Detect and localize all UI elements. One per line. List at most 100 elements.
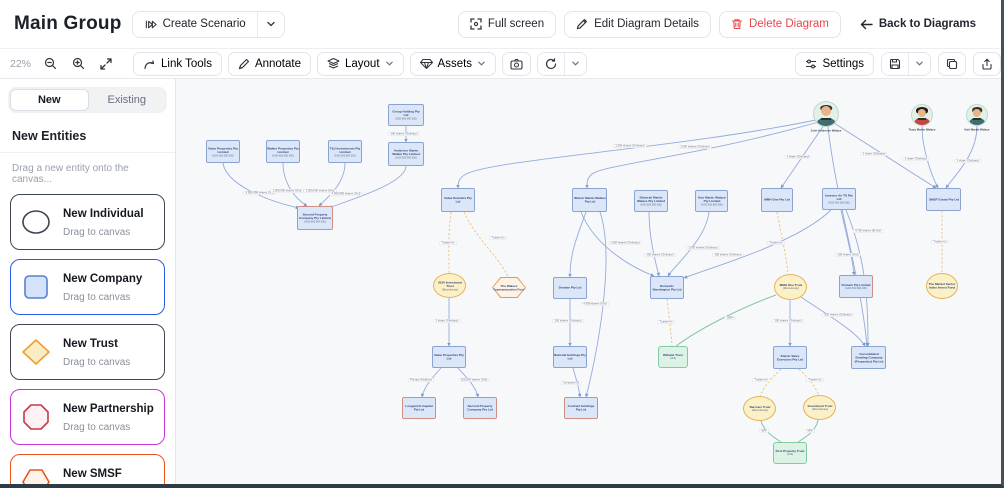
canvas-node-c3[interactable]: T&J Investments Pty Limited (ACN 600 000 … bbox=[328, 140, 362, 163]
edge-label: 50% bbox=[805, 429, 815, 433]
fullscreen-icon bbox=[470, 18, 482, 30]
palette-new-partnership[interactable]: New Partnership Drag to canvas bbox=[10, 389, 165, 445]
refresh-button[interactable] bbox=[538, 52, 565, 75]
canvas-node-smsfe[interactable]: SMSF Estate Pty Ltd bbox=[926, 188, 961, 211]
edge-label: 100 shares (Ordinary) bbox=[772, 319, 804, 323]
edge-label: 100 shares (Ordinary) bbox=[712, 253, 744, 257]
annotate-button[interactable]: Annotate bbox=[227, 51, 311, 76]
edge-label: 1 share (Ordinary) bbox=[954, 159, 982, 163]
delete-diagram-button[interactable]: Delete Diagram bbox=[718, 10, 841, 38]
canvas-person-av2[interactable] bbox=[911, 104, 933, 126]
palette-new-company[interactable]: New Company Drag to canvas bbox=[10, 259, 165, 315]
sidebar-heading: New Entities bbox=[0, 119, 175, 153]
layout-menu-button[interactable]: Layout bbox=[317, 51, 404, 76]
share-button[interactable] bbox=[973, 51, 1001, 76]
edge-label: 4,750 shares (B Ord) bbox=[852, 229, 884, 233]
canvas-node-investt[interactable]: Investment Trust (Discretionary) bbox=[803, 395, 836, 420]
canvas-node-fprop[interactable]: First Property Trust (Unit) bbox=[773, 442, 807, 464]
settings-button[interactable]: Settings bbox=[795, 51, 874, 76]
canvas-node-label: Domain Pty Ltd bbox=[558, 286, 582, 290]
edge-label: Trustee for bbox=[439, 241, 457, 245]
page-title: Main Group bbox=[14, 13, 122, 34]
edge-label: Company (A) bbox=[560, 381, 582, 385]
canvas-node-contr[interactable]: Contract Holdings Pty Ltd bbox=[564, 397, 598, 419]
back-to-diagrams-link[interactable]: Back to Diagrams bbox=[849, 11, 987, 38]
snapshot-button[interactable] bbox=[502, 51, 532, 76]
canvas-node-dwash[interactable]: Domestic Washington Pty Ltd bbox=[650, 276, 684, 299]
canvas-person-av3[interactable] bbox=[966, 104, 988, 126]
create-scenario-icon bbox=[145, 20, 157, 28]
save-caret[interactable] bbox=[908, 52, 930, 75]
tab-existing[interactable]: Existing bbox=[89, 89, 166, 111]
canvas-node-label: Group Holding Pty Ltd (ACN 600 000 000) bbox=[392, 109, 420, 121]
canvas-node-trust1[interactable]: 2020 Investment Trust (Discretionary) bbox=[433, 273, 466, 298]
zoom-in-button[interactable] bbox=[67, 53, 89, 75]
expand-arrows-icon bbox=[100, 57, 112, 70]
canvas-node-starter[interactable]: Starter Sales Exercises Pty Ltd bbox=[773, 346, 807, 369]
canvas-node-n10[interactable]: Ken Martin Walace Pty Limited (ACN 600 00… bbox=[695, 190, 728, 212]
canvas-node-dpty[interactable]: Domain Pty Ltd bbox=[553, 277, 587, 299]
canvas-node-consol[interactable]: Consolidated Bowling Company (Properties… bbox=[851, 346, 886, 369]
edge-label: Trustee for bbox=[489, 236, 507, 240]
refresh-split-button bbox=[537, 51, 588, 76]
canvas-node-n12[interactable]: Investor Air TS Pty Ltd (ACN 600 000 000) bbox=[822, 188, 856, 210]
edge-label: 1 share (Ordinary) bbox=[433, 319, 461, 323]
canvas-node-c4[interactable]: Anderson Martin Walker Pty Limited (ACN 6… bbox=[388, 142, 424, 166]
canvas-person-av1[interactable] bbox=[813, 101, 839, 127]
canvas-node-center[interactable]: Second Property Company Pty Limited (ACN … bbox=[297, 206, 333, 230]
sidebar-tabs: New Existing bbox=[8, 87, 167, 113]
canvas-node-mmht[interactable]: MMH One Trust (Discretionary) bbox=[774, 274, 807, 300]
create-scenario-caret[interactable] bbox=[256, 11, 284, 37]
diagram-canvas[interactable]: Group Holding Pty Ltd (ACN 600 000 000) Va… bbox=[176, 79, 1001, 484]
canvas-node-sprop[interactable]: Second Property Company Pty Ltd bbox=[463, 397, 497, 419]
canvas-node-dred[interactable]: Domain Pty Limited (ACN 600 000 000) bbox=[839, 275, 873, 298]
canvas-node-mfund[interactable]: The Market Sector Index Invest Fund bbox=[926, 273, 958, 299]
edge-label: 4,999,999 shares (Ord) bbox=[329, 192, 363, 196]
canvas-node-label: Longworth Capital Pty Ltd bbox=[405, 404, 433, 412]
edge-label: 100 shares (Ord) bbox=[835, 253, 861, 257]
palette-new-trust[interactable]: New Trust Drag to canvas bbox=[10, 324, 165, 380]
copy-icon bbox=[946, 58, 958, 69]
canvas-node-vprops2[interactable]: Value Properties Pty Ltd bbox=[432, 346, 466, 368]
assets-menu-button[interactable]: Assets bbox=[409, 51, 497, 76]
canvas-node-n8[interactable]: Wilson Martin Walace Pty Ltd bbox=[572, 188, 607, 212]
pen-icon bbox=[238, 58, 250, 69]
sidebar-hint: Drag a new entity onto the canvas... bbox=[12, 163, 129, 185]
edge-label: 100,000 shares (Ord) bbox=[458, 378, 490, 382]
edit-diagram-details-button[interactable]: Edit Diagram Details bbox=[564, 10, 711, 38]
canvas-node-c2[interactable]: Walker Properties Pty Limited (ACN 600 00… bbox=[266, 140, 300, 163]
canvas-node-vdom[interactable]: Value Domains Pty Ltd bbox=[441, 188, 475, 212]
edge-label: 100 shares (Ordinary) bbox=[644, 253, 676, 257]
canvas-node-label: Investor Air TS Pty Ltd (ACN 600 000 000) bbox=[825, 193, 853, 205]
arrow-left-icon bbox=[860, 19, 873, 29]
full-screen-button[interactable]: Full screen bbox=[457, 10, 557, 38]
refresh-caret[interactable] bbox=[564, 52, 587, 75]
edge-label: 50% bbox=[759, 429, 769, 433]
canvas-node-label: SMSF Estate Pty Ltd bbox=[928, 197, 959, 202]
canvas-node-c1[interactable]: Value Properties Pty Limited (ACN 600 000… bbox=[206, 140, 240, 163]
canvas-node-barrow[interactable]: Barrows Trust (Discretionary) bbox=[743, 396, 776, 421]
link-tools-button[interactable]: Link Tools bbox=[133, 51, 222, 76]
person-name-tag bbox=[972, 118, 982, 121]
canvas-node-label: Second Property Company Pty Limited (ACN … bbox=[299, 212, 331, 224]
link-curve-icon bbox=[144, 59, 155, 69]
canvas-node-green1[interactable]: Bill/ami Trust (Unit) bbox=[658, 346, 688, 368]
tab-new[interactable]: New bbox=[10, 89, 89, 111]
copy-button[interactable] bbox=[938, 51, 966, 76]
palette-new-individual[interactable]: New Individual Drag to canvas bbox=[10, 194, 165, 250]
zoom-out-button[interactable] bbox=[39, 53, 61, 75]
canvas-node-nhold[interactable]: National Holdings Pty Ltd bbox=[553, 346, 587, 368]
canvas-node-grp[interactable]: Group Holding Pty Ltd (ACN 600 000 000) bbox=[388, 104, 424, 126]
company-square-icon bbox=[24, 275, 48, 299]
create-scenario-button[interactable]: Create Scenario bbox=[132, 11, 257, 37]
palette-new-smsf[interactable]: New SMSFDrag to canvas bbox=[10, 454, 165, 484]
canvas-node-label: The Market Sector Index Invest Fund bbox=[928, 282, 956, 290]
save-button[interactable] bbox=[882, 52, 908, 75]
canvas-node-n11[interactable]: MMH One Pty Ltd bbox=[761, 188, 793, 212]
edge-label: Trustee for bbox=[767, 241, 785, 245]
canvas-node-longw[interactable]: Longworth Capital Pty Ltd bbox=[402, 397, 436, 419]
canvas-node-n9[interactable]: Deborah Martin Walace Pty Limited (ACN 60… bbox=[634, 190, 668, 212]
fit-to-screen-button[interactable] bbox=[95, 53, 117, 75]
edge-label: 100 shares (Ordinary) bbox=[552, 319, 584, 323]
canvas-person-label: John Anderson Walace bbox=[810, 129, 842, 133]
